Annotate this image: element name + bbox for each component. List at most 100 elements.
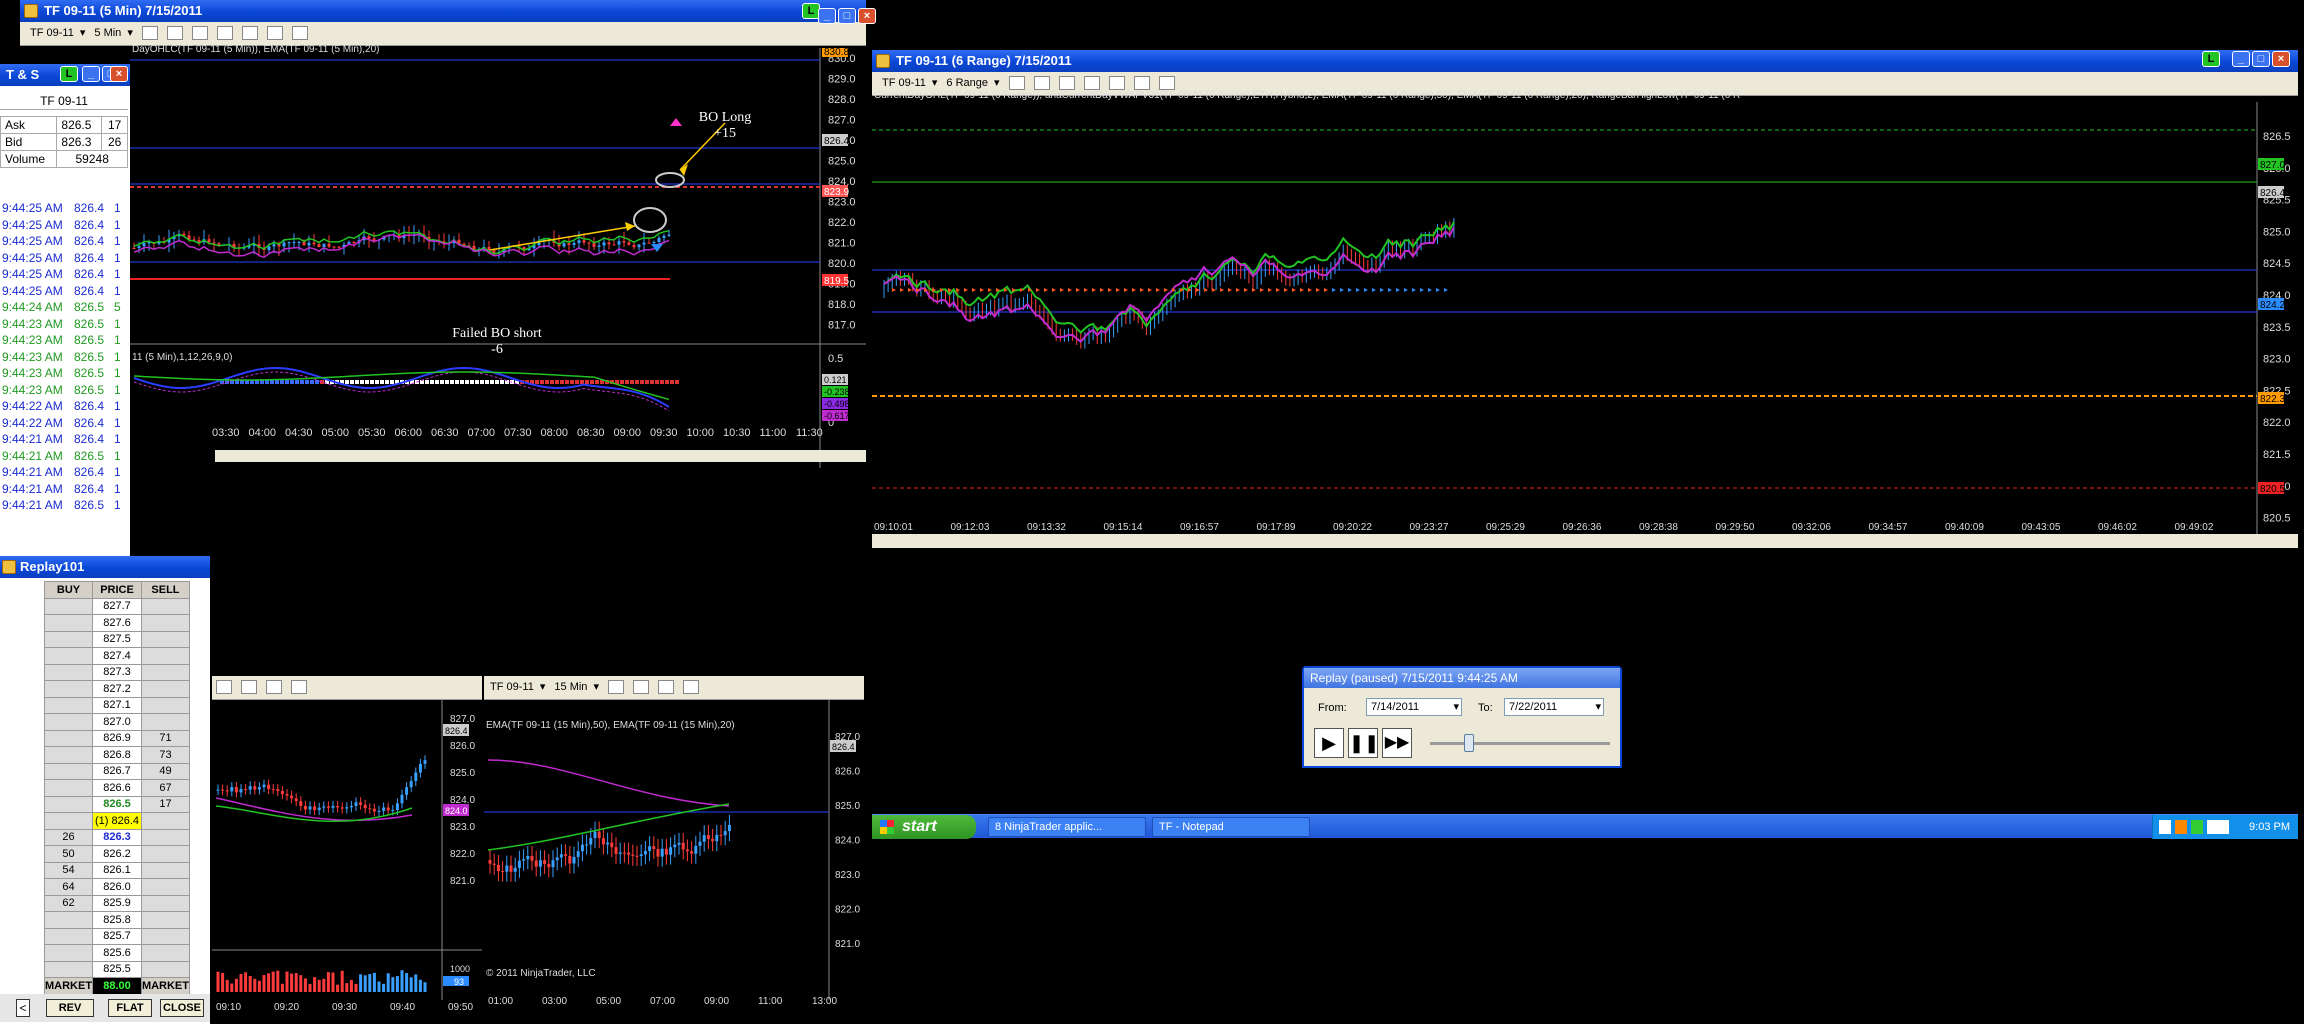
ladder-buy-cell[interactable] xyxy=(43,762,94,780)
ladder-buy-cell[interactable] xyxy=(43,696,94,714)
zoom-icon[interactable] xyxy=(192,26,209,41)
ladder-buy-cell[interactable]: 50 xyxy=(43,845,94,863)
strategies-icon[interactable] xyxy=(1133,76,1150,91)
taskbar-item-ninjatrader[interactable]: 8 NinjaTrader applic... xyxy=(988,817,1146,837)
ladder-sell-cell[interactable] xyxy=(140,680,191,698)
ladder-sell-cell[interactable] xyxy=(140,663,191,681)
ladder-sell-cell[interactable] xyxy=(140,647,191,665)
ladder-buy-cell[interactable]: 54 xyxy=(43,861,94,879)
speed-slider-track[interactable] xyxy=(1430,742,1610,745)
pause-button[interactable]: ❚❚ xyxy=(1348,728,1379,758)
properties-icon[interactable] xyxy=(216,680,232,695)
dropdown-arrow-icon[interactable]: ▾ xyxy=(127,22,133,44)
ladder-buy-cell[interactable] xyxy=(43,944,94,962)
ladder-price-cell[interactable]: 826.8 xyxy=(92,746,142,764)
drawing-tool-icon[interactable] xyxy=(1033,76,1050,91)
ladder-sell-cell[interactable] xyxy=(140,861,191,879)
start-button[interactable]: start xyxy=(872,815,976,839)
chart-trader-icon[interactable] xyxy=(1158,76,1175,91)
zoom-icon[interactable] xyxy=(658,680,675,695)
to-date-picker[interactable]: 7/22/2011 ▾ xyxy=(1504,698,1604,716)
ladder-buy-cell[interactable] xyxy=(43,960,94,978)
ladder-buy-cell[interactable]: 62 xyxy=(43,894,94,912)
ladder-sell-cell[interactable]: 49 xyxy=(140,762,191,780)
speed-slider-thumb[interactable] xyxy=(1464,734,1474,752)
play-button[interactable]: ▶ xyxy=(1314,728,1344,758)
ladder-price-cell[interactable]: 827.4 xyxy=(92,647,142,665)
dropdown-arrow-icon[interactable]: ▾ xyxy=(540,676,546,698)
ladder-sell-cell[interactable] xyxy=(140,845,191,863)
interval-selector[interactable]: 15 Min xyxy=(554,676,587,698)
ladder-sell-cell[interactable] xyxy=(140,812,191,830)
ladder-sell-cell[interactable] xyxy=(140,960,191,978)
properties-icon[interactable] xyxy=(217,26,234,41)
ladder-price-cell[interactable]: 826.9 xyxy=(92,729,142,747)
ladder-price-cell[interactable]: 826.7 xyxy=(92,762,142,780)
strategies-icon[interactable] xyxy=(267,26,284,41)
ladder-sell-cell[interactable]: 67 xyxy=(140,779,191,797)
market-buy-button[interactable]: MARKET xyxy=(43,977,94,995)
chart-trader-icon[interactable] xyxy=(291,680,308,695)
minimize-button[interactable]: _ xyxy=(2232,51,2250,67)
flat-button[interactable]: FLAT xyxy=(108,999,152,1017)
indicators-icon[interactable] xyxy=(241,680,258,695)
drawing-tool-icon[interactable] xyxy=(166,26,183,41)
close-button[interactable]: × xyxy=(858,8,876,24)
maximize-button[interactable]: □ xyxy=(838,8,856,24)
dropdown-arrow-icon[interactable]: ▾ xyxy=(1595,699,1601,715)
instrument-selector[interactable]: TF 09-11 xyxy=(30,22,74,44)
ladder-buy-cell[interactable] xyxy=(43,647,94,665)
ladder-sell-cell[interactable] xyxy=(140,696,191,714)
zoom-icon[interactable] xyxy=(266,680,283,695)
bar-type-icon[interactable] xyxy=(141,26,158,41)
properties-icon[interactable] xyxy=(683,680,700,695)
ladder-sell-cell[interactable] xyxy=(140,944,191,962)
ladder-sell-cell[interactable]: 17 xyxy=(140,795,191,813)
ladder-buy-cell[interactable] xyxy=(43,927,94,945)
dropdown-arrow-icon[interactable]: ▾ xyxy=(1453,699,1459,715)
instrument-selector[interactable]: TF 09-11 xyxy=(490,676,534,698)
range-chart-titlebar[interactable]: TF 09-11 (6 Range) 7/15/2011 xyxy=(872,50,2298,72)
ladder-buy-cell[interactable]: 26 xyxy=(43,828,94,846)
ladder-price-cell[interactable]: 827.6 xyxy=(92,614,142,632)
ladder-price-cell[interactable]: 825.8 xyxy=(92,911,142,929)
market-sell-button[interactable]: MARKET xyxy=(140,977,191,995)
chart-trader-icon[interactable] xyxy=(292,26,309,41)
scroll-left-button[interactable]: < xyxy=(16,999,30,1017)
ladder-price-cell[interactable]: (1) 826.4 xyxy=(92,812,142,830)
ladder-sell-cell[interactable]: 73 xyxy=(140,746,191,764)
ladder-buy-cell[interactable] xyxy=(43,597,94,615)
dom-titlebar[interactable]: Replay101 xyxy=(0,556,210,578)
ladder-price-cell[interactable]: 826.1 xyxy=(92,861,142,879)
properties-icon[interactable] xyxy=(1083,76,1100,91)
ladder-buy-cell[interactable] xyxy=(43,630,94,648)
ladder-price-cell[interactable]: 826.2 xyxy=(92,845,142,863)
close-button[interactable]: × xyxy=(2272,51,2290,67)
link-button[interactable]: L xyxy=(2202,51,2220,67)
bar-type-icon[interactable] xyxy=(1008,76,1025,91)
range-price-chart[interactable]: 826.5826.0825.5825.0824.5824.0823.5823.0… xyxy=(872,102,2298,548)
from-date-picker[interactable]: 7/14/2011 ▾ xyxy=(1366,698,1462,716)
ladder-buy-cell[interactable] xyxy=(43,614,94,632)
ladder-price-cell[interactable]: 826.6 xyxy=(92,779,142,797)
ladder-buy-cell[interactable] xyxy=(43,729,94,747)
ladder-price-cell[interactable]: 825.5 xyxy=(92,960,142,978)
ladder-sell-cell[interactable] xyxy=(140,597,191,615)
indicators-icon[interactable] xyxy=(1108,76,1125,91)
bar-type-icon[interactable] xyxy=(608,680,625,695)
ladder-buy-cell[interactable] xyxy=(43,713,94,731)
ladder-sell-cell[interactable] xyxy=(140,878,191,896)
ladder-sell-cell[interactable] xyxy=(140,911,191,929)
ladder-sell-cell[interactable]: 71 xyxy=(140,729,191,747)
ladder-sell-cell[interactable] xyxy=(140,614,191,632)
zoom-icon[interactable] xyxy=(1058,76,1075,91)
ts-close-button[interactable]: × xyxy=(110,66,128,82)
indicators-icon[interactable] xyxy=(242,26,259,41)
ladder-buy-cell[interactable] xyxy=(43,795,94,813)
ladder-buy-cell[interactable] xyxy=(43,812,94,830)
dropdown-arrow-icon[interactable]: ▾ xyxy=(80,22,86,44)
ladder-buy-cell[interactable] xyxy=(43,911,94,929)
link-button[interactable]: L xyxy=(60,66,78,82)
ladder-buy-cell[interactable]: 64 xyxy=(43,878,94,896)
ladder-price-cell[interactable]: 827.7 xyxy=(92,597,142,615)
